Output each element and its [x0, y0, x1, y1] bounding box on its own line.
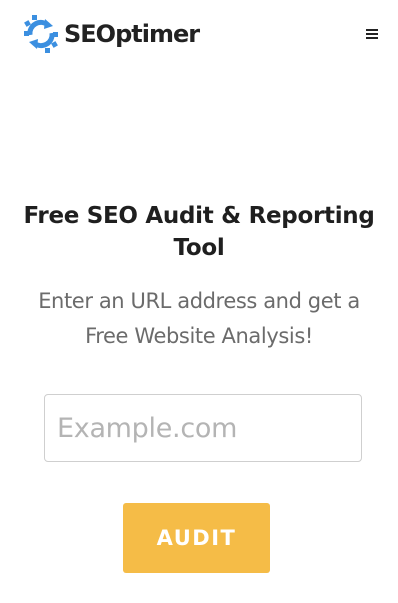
logo-link[interactable]: SEOptimer: [22, 14, 200, 54]
page-subtitle: Enter an URL address and get a Free Webs…: [38, 289, 360, 348]
logo-text: SEOptimer: [64, 20, 200, 48]
page-title: Free SEO Audit & Reporting Tool: [23, 203, 375, 261]
audit-button[interactable]: AUDIT: [123, 503, 270, 573]
site-header: SEOptimer: [0, 0, 398, 68]
gear-sync-icon: [24, 15, 58, 53]
menu-button[interactable]: [362, 24, 382, 44]
url-input[interactable]: [44, 394, 362, 462]
hamburger-menu-icon: [366, 29, 378, 39]
hero-section: Free SEO Audit & Reporting Tool Enter an…: [0, 200, 398, 354]
